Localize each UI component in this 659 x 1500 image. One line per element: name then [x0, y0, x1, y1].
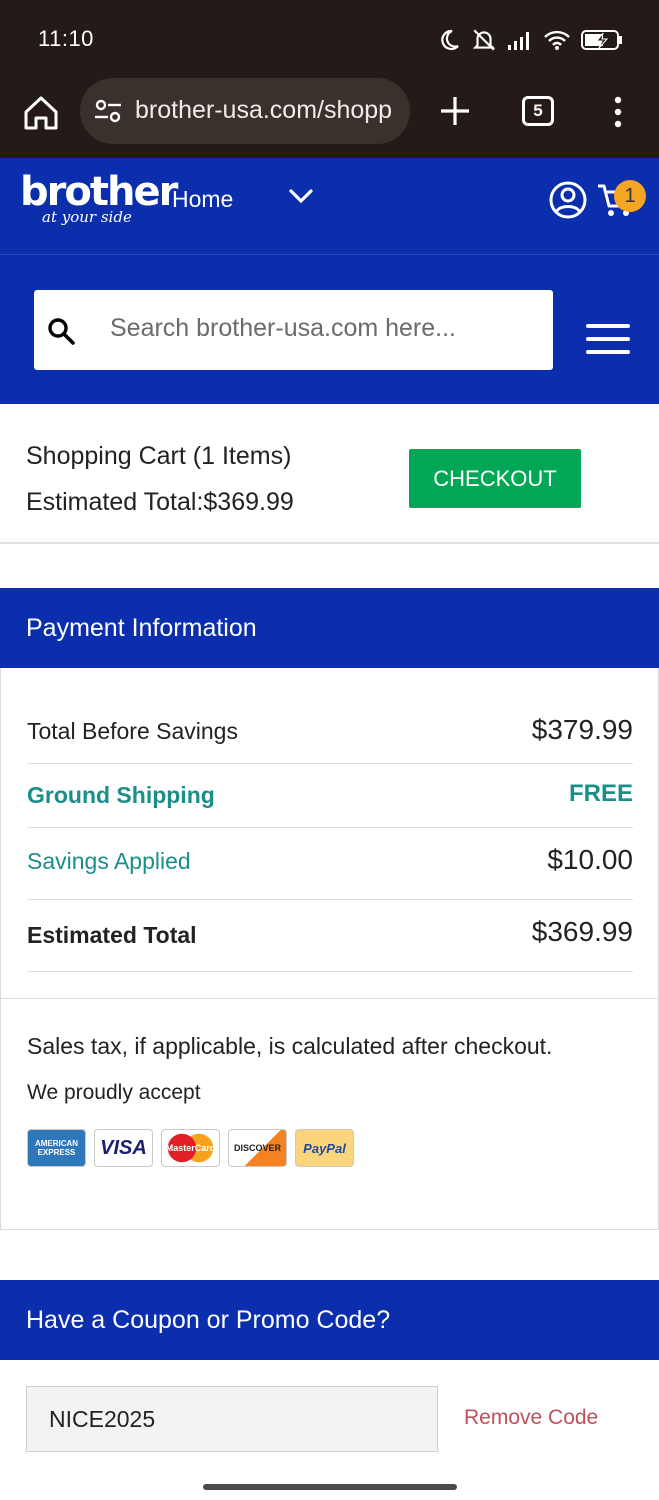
row-value: FREE: [568, 780, 633, 807]
row-label: Total Before Savings: [27, 718, 238, 744]
site-header: brother at your side Home 1: [0, 158, 659, 404]
savings-applied-row: Savings Applied $10.00: [27, 828, 633, 900]
coupon-heading: Have a Coupon or Promo Code?: [0, 1280, 659, 1360]
payment-info-heading: Payment Information: [0, 588, 659, 668]
accepted-payments-label: We proudly accept: [27, 1081, 201, 1104]
muted-bell-icon: [472, 29, 496, 51]
payment-card-logos: AMERICAN EXPRESS VISA MasterCard DISCOVE…: [27, 1129, 354, 1167]
chevron-down-icon[interactable]: [288, 186, 314, 206]
status-icons: [437, 26, 623, 54]
cart-estimated-total: Estimated Total:$369.99: [26, 488, 294, 516]
tabs-icon[interactable]: 5: [522, 96, 554, 126]
row-value: $379.99: [531, 714, 633, 745]
status-time: 11:10: [38, 26, 94, 51]
moon-icon: [441, 29, 459, 51]
brother-logo[interactable]: brother at your side: [20, 170, 178, 226]
browser-toolbar: brother-usa.com/shopp 5: [0, 78, 659, 158]
cart-title: Shopping Cart (1 Items): [26, 442, 292, 470]
header-divider: [0, 254, 659, 255]
site-settings-icon[interactable]: [94, 98, 122, 124]
search-input[interactable]: [110, 314, 530, 343]
sales-tax-note: Sales tax, if applicable, is calculated …: [27, 1033, 553, 1059]
url-text[interactable]: brother-usa.com/shopp: [135, 96, 400, 125]
ground-shipping-row: Ground Shipping FREE: [27, 764, 633, 828]
amex-logo: AMERICAN EXPRESS: [27, 1129, 86, 1167]
wifi-icon: [544, 30, 570, 50]
search-box[interactable]: [34, 290, 553, 370]
home-nav-link[interactable]: Home: [172, 186, 233, 213]
tax-and-payment-methods: Sales tax, if applicable, is calculated …: [0, 998, 659, 1230]
payment-summary: Total Before Savings $379.99 Ground Ship…: [0, 668, 659, 1000]
status-bar: 11:10: [0, 0, 659, 78]
search-icon[interactable]: [46, 316, 76, 346]
cart-count-badge[interactable]: 1: [614, 180, 646, 212]
promo-code-field[interactable]: [26, 1386, 438, 1452]
row-label: Ground Shipping: [27, 782, 215, 808]
address-bar[interactable]: brother-usa.com/shopp: [80, 78, 410, 144]
cart-summary: Shopping Cart (1 Items) Estimated Total:…: [0, 404, 659, 544]
new-tab-icon[interactable]: [436, 92, 474, 130]
hamburger-menu-icon[interactable]: [586, 322, 630, 356]
mastercard-logo: MasterCard: [161, 1129, 220, 1167]
row-value: $10.00: [547, 844, 633, 875]
estimated-total-row: Estimated Total $369.99: [27, 900, 633, 972]
row-value: $369.99: [531, 916, 633, 947]
visa-logo: VISA: [94, 1129, 153, 1167]
battery-charging-icon: [581, 30, 622, 50]
checkout-button[interactable]: CHECKOUT: [409, 449, 581, 508]
total-before-savings-row: Total Before Savings $379.99: [27, 696, 633, 764]
row-label: Estimated Total: [27, 922, 197, 948]
signal-icon: [508, 32, 529, 50]
more-menu-icon[interactable]: [608, 94, 628, 130]
account-icon[interactable]: [548, 180, 588, 220]
home-icon[interactable]: [20, 92, 62, 134]
gesture-home-indicator[interactable]: [203, 1484, 457, 1490]
row-label: Savings Applied: [27, 848, 191, 874]
discover-logo: DISCOVER: [228, 1129, 287, 1167]
paypal-logo: PayPal: [295, 1129, 354, 1167]
remove-code-link[interactable]: Remove Code: [464, 1406, 598, 1430]
